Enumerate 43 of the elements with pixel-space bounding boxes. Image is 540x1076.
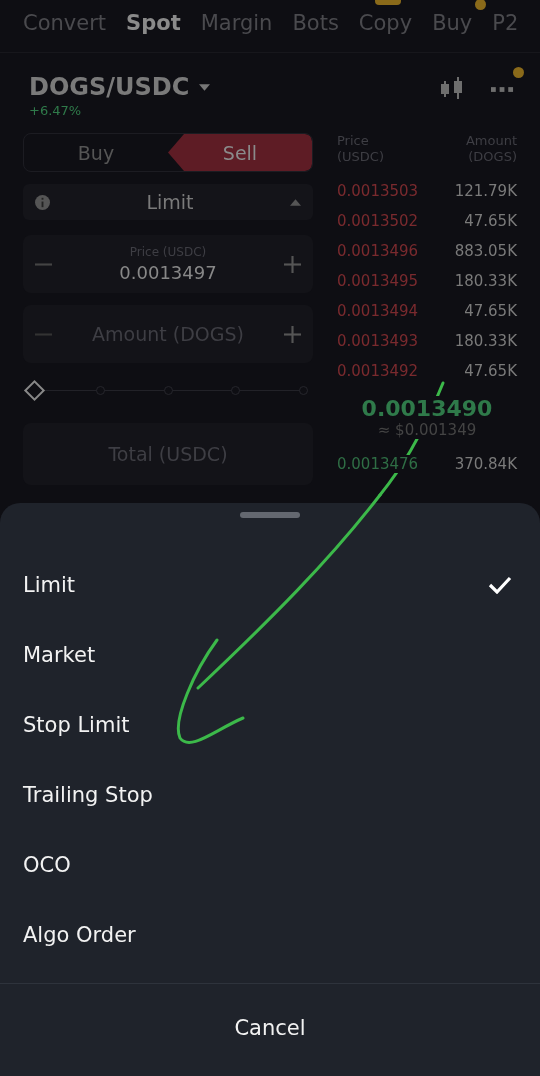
ask-amount: 47.65K xyxy=(464,362,517,380)
plus-icon[interactable] xyxy=(284,255,301,273)
ask-price[interactable]: 0.0013502 xyxy=(337,212,419,230)
side-tab[interactable]: Buy xyxy=(24,134,168,171)
order-type-option[interactable]: Stop Limit xyxy=(0,690,540,760)
ask-amount: 883.05K xyxy=(454,242,517,260)
market-tab[interactable]: Bots xyxy=(292,11,339,35)
order-type-option[interactable]: Market xyxy=(0,620,540,690)
market-tab[interactable]: Spot xyxy=(126,11,181,35)
order-type-option[interactable]: OCO xyxy=(0,830,540,900)
ask-amount: 47.65K xyxy=(464,212,517,230)
side-tab[interactable]: Sell xyxy=(168,134,312,171)
market-tab[interactable]: Convert xyxy=(23,11,107,35)
price-change: +6.47% xyxy=(29,103,83,118)
bid-price[interactable]: 0.0013476 xyxy=(337,455,419,473)
pair-symbol[interactable]: DOGS/USDC xyxy=(29,73,190,101)
ask-amount: 180.33K xyxy=(454,272,517,290)
order-type-option[interactable]: Limit xyxy=(0,550,540,620)
ask-price[interactable]: 0.0013503 xyxy=(337,182,419,200)
market-tab[interactable]: Margin xyxy=(200,11,273,35)
drag-handle[interactable] xyxy=(240,512,300,518)
ask-price[interactable]: 0.0013496 xyxy=(337,242,419,260)
ask-price[interactable]: 0.0013495 xyxy=(337,272,419,290)
caret-icon[interactable] xyxy=(290,198,301,206)
order-type-option[interactable]: Trailing Stop xyxy=(0,760,540,830)
ask-amount: 121.79K xyxy=(454,182,517,200)
ask-amount: 47.65K xyxy=(464,302,517,320)
market-tab[interactable]: Copy xyxy=(358,11,413,35)
plus-icon[interactable] xyxy=(284,325,301,343)
more-icon[interactable] xyxy=(491,87,514,93)
field-value: 0.0013497 xyxy=(119,262,217,283)
ask-amount: 180.33K xyxy=(454,332,517,350)
ask-price[interactable]: 0.0013493 xyxy=(337,332,419,350)
order-type-option[interactable]: Algo Order xyxy=(0,900,540,970)
ask-price[interactable]: 0.0013492 xyxy=(337,362,419,380)
info-icon[interactable] xyxy=(35,194,50,210)
caret-icon[interactable] xyxy=(199,83,211,91)
candlestick-icon[interactable] xyxy=(439,77,465,99)
ask-price[interactable]: 0.0013494 xyxy=(337,302,419,320)
market-tab[interactable]: P2 xyxy=(492,11,519,35)
order-type-dropdown[interactable]: Limit xyxy=(23,184,313,220)
market-tab[interactable]: Buy xyxy=(432,11,473,35)
cancel-button[interactable]: Cancel xyxy=(0,984,540,1072)
